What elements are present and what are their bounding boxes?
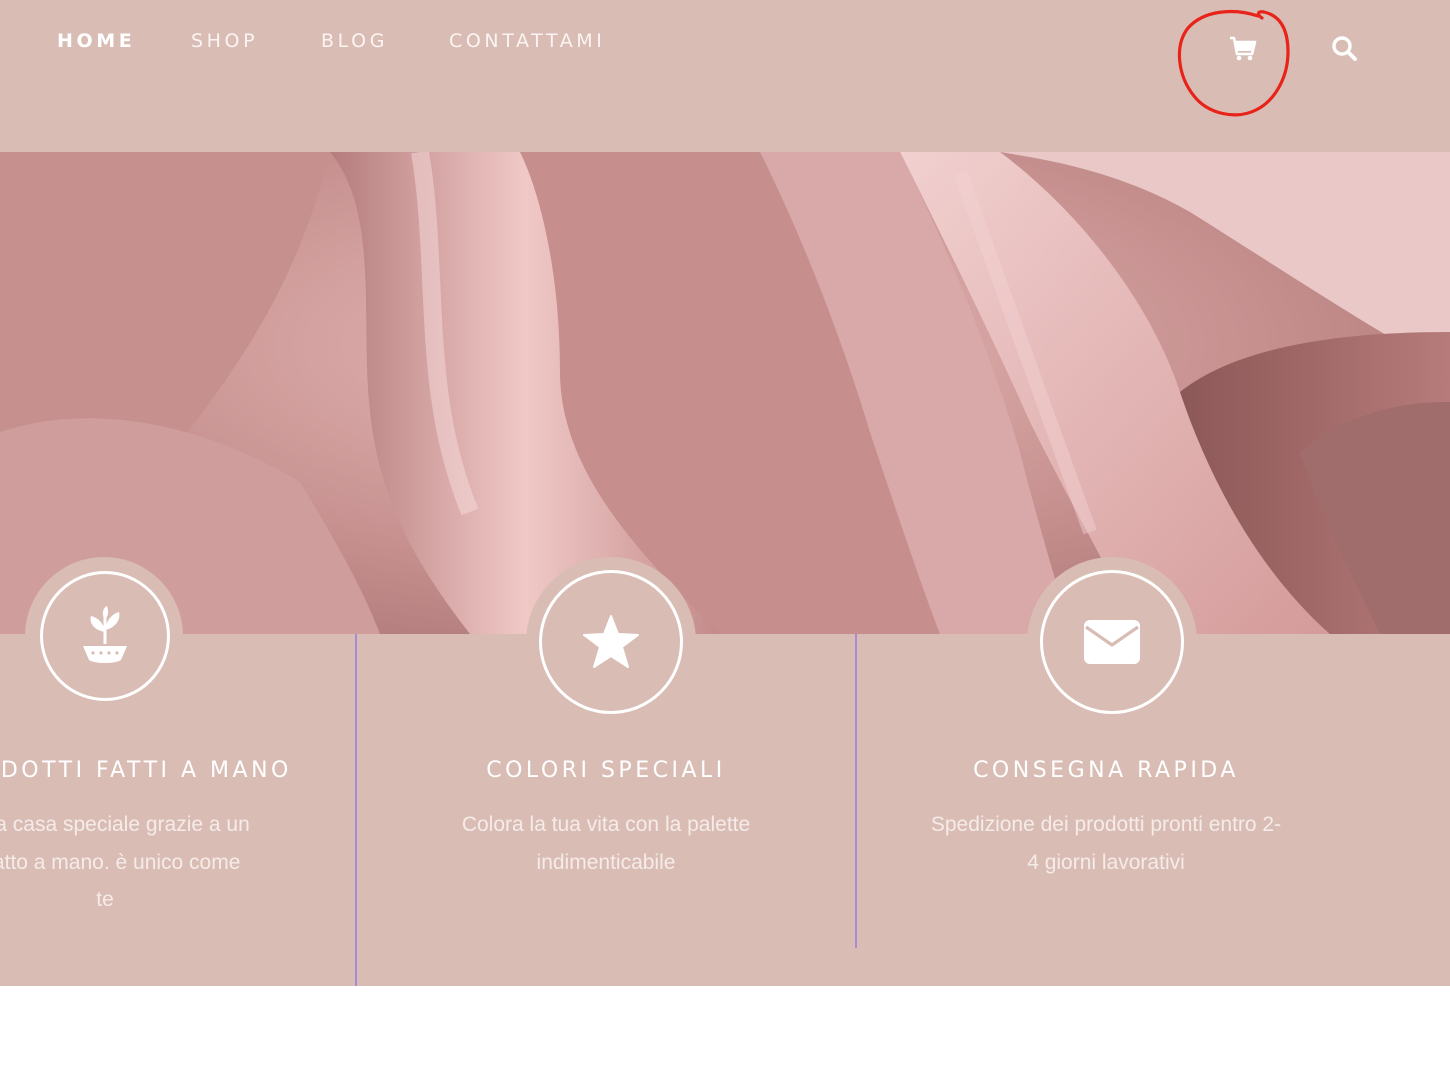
fabric-image: [0, 152, 1450, 634]
envelope-icon: [1084, 620, 1140, 664]
feature-divider: [355, 634, 357, 986]
feature-divider: [855, 634, 857, 948]
handmade-plant-icon: [83, 606, 127, 663]
nav-shop[interactable]: SHOP: [191, 30, 258, 52]
search-icon: [1332, 36, 1357, 61]
site-header: HOME SHOP BLOG CONTATTAMI: [0, 0, 1450, 152]
feature-title: CONSEGNA RAPIDA: [973, 758, 1239, 783]
star-icon: [583, 615, 639, 668]
feature-title: COLORI SPECIALI: [486, 758, 726, 783]
feature-description: a tua casa speciale grazie a un o fatto …: [0, 813, 250, 911]
search-button[interactable]: [1330, 34, 1360, 64]
nav-contattami[interactable]: CONTATTAMI: [449, 30, 606, 52]
nav-blog[interactable]: BLOG: [321, 30, 388, 52]
feature-icon-circle: [40, 571, 170, 701]
feature-icon-circle: [1040, 570, 1184, 714]
nav-home[interactable]: HOME: [57, 30, 135, 52]
hero-image: [0, 152, 1450, 634]
feature-icon-circle: [539, 570, 683, 714]
cart-button[interactable]: [1226, 32, 1260, 64]
feature-description: Spedizione dei prodotti pronti entro 2- …: [930, 813, 1282, 874]
feature-title: ODOTTI FATTI A MANO: [0, 758, 292, 783]
shopping-cart-icon: [1230, 36, 1257, 61]
feature-description: Colora la tua vita con la palette indime…: [461, 813, 751, 874]
